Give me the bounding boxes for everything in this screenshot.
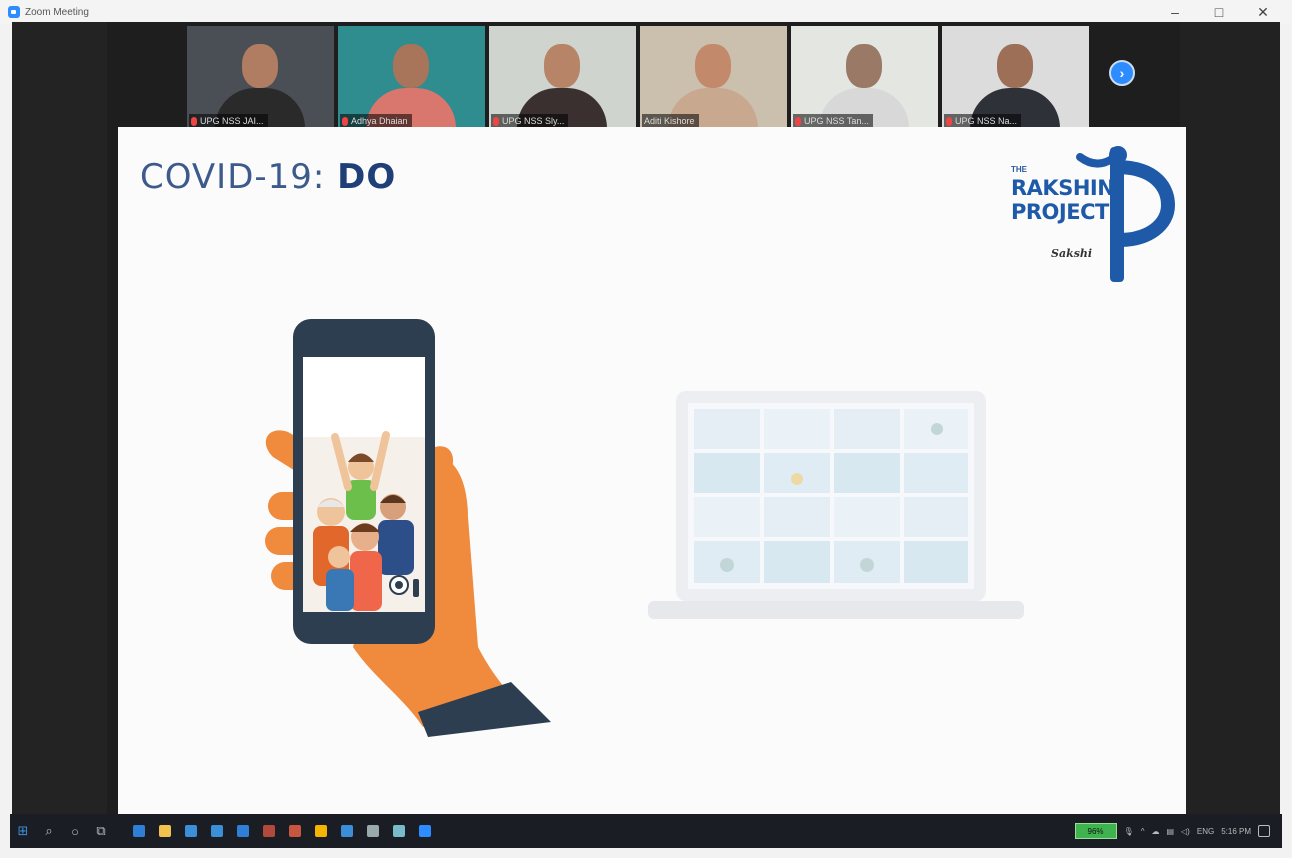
participant-head [846, 44, 882, 88]
participant-name-tag: UPG NSS JAI... [189, 114, 268, 128]
participant-name: UPG NSS Na... [955, 116, 1018, 126]
logo-text-the: THE [1011, 165, 1027, 174]
slide-title: COVID-19: DO [140, 157, 396, 197]
phone-video-call-illustration [265, 319, 551, 737]
windows-taskbar: ⊞ ⌕ ○ ⧉ 96% 🎙 ^ ☁ ▤ ◁) ENG 5:16 PM [10, 814, 1282, 848]
participant-head [997, 44, 1033, 88]
notification-icon[interactable] [1258, 825, 1270, 837]
participant-head [393, 44, 429, 88]
app-icon-glyph [367, 825, 379, 837]
chrome-icon-glyph [315, 825, 327, 837]
mail-icon-glyph [211, 825, 223, 837]
clock[interactable]: 5:16 PM [1221, 827, 1251, 836]
window-controls: – □ ✕ [1168, 0, 1270, 24]
participant-video-tile[interactable]: UPG NSS Tan... [791, 26, 938, 130]
participant-name-tag: UPG NSS Na... [944, 114, 1022, 128]
battery-indicator[interactable]: 96% [1074, 823, 1117, 839]
participant-name: UPG NSS Sly... [502, 116, 565, 126]
taskbar-apps: ⊞ ⌕ ○ ⧉ [10, 814, 438, 848]
logo-signature: Sakshi [1051, 247, 1093, 260]
mic-muted-icon [191, 116, 197, 126]
mail-icon[interactable] [204, 814, 230, 848]
participant-strip: UPG NSS JAI... Adhya Dhaian UPG NSS Sly...… [187, 26, 1089, 132]
participant-head [242, 44, 278, 88]
network-icon[interactable]: ▤ [1166, 827, 1174, 836]
zoom-app-icon [8, 6, 20, 18]
zoom-icon[interactable] [412, 814, 438, 848]
windows-start-icon[interactable]: ⊞ [10, 814, 36, 848]
mic-muted-icon [342, 116, 348, 126]
meeting-left-margin [12, 22, 107, 820]
shared-screen-slide: COVID-19: DO THE RAKSHIN PROJECT Sakshi [118, 127, 1186, 820]
photos-icon-glyph [237, 825, 249, 837]
chrome-icon[interactable] [308, 814, 334, 848]
rakshin-project-logo: THE RAKSHIN PROJECT Sakshi [1008, 145, 1178, 285]
app-icon[interactable] [386, 814, 412, 848]
participant-name-tag: UPG NSS Tan... [793, 114, 873, 128]
file-explorer-icon-glyph [159, 825, 171, 837]
edge-icon-glyph [133, 825, 145, 837]
restore-button[interactable]: □ [1212, 4, 1226, 20]
participant-head [544, 44, 580, 88]
laptop-video-conference-illustration [648, 391, 1024, 619]
zoom-icon-glyph [419, 825, 431, 837]
participant-video-tile[interactable]: Adhya Dhaian [338, 26, 485, 130]
app-icon-glyph [393, 825, 405, 837]
mic-muted-icon [493, 116, 499, 126]
file-explorer-icon[interactable] [152, 814, 178, 848]
store-icon-glyph [185, 825, 197, 837]
cortana-icon[interactable]: ○ [62, 814, 88, 848]
participant-video-tile[interactable]: UPG NSS Na... [942, 26, 1089, 130]
participant-head [695, 44, 731, 88]
participant-name-tag: Aditi Kishore [642, 114, 699, 128]
search-icon[interactable]: ⌕ [36, 814, 62, 848]
window-title: Zoom Meeting [25, 6, 89, 18]
meeting-right-margin [1180, 22, 1280, 820]
close-button[interactable]: ✕ [1256, 4, 1270, 21]
cloud-icon[interactable]: ☁ [1151, 827, 1159, 836]
app-icon[interactable] [360, 814, 386, 848]
app-icon[interactable] [256, 814, 282, 848]
language-indicator[interactable]: ENG [1197, 827, 1214, 836]
logo-text-rakshin: RAKSHIN [1011, 176, 1115, 200]
participant-name: UPG NSS Tan... [804, 116, 869, 126]
participant-name-tag: UPG NSS Sly... [491, 114, 569, 128]
participant-video-tile[interactable]: UPG NSS JAI... [187, 26, 334, 130]
participant-video-tile[interactable]: Aditi Kishore [640, 26, 787, 130]
system-tray: 96% 🎙 ^ ☁ ▤ ◁) ENG 5:16 PM [1074, 814, 1270, 848]
task-view-icon[interactable]: ⧉ [88, 814, 114, 848]
chevron-up-icon[interactable]: ^ [1141, 827, 1145, 836]
participant-name: Adhya Dhaian [351, 116, 408, 126]
app-icon-glyph [289, 825, 301, 837]
edge-icon[interactable] [126, 814, 152, 848]
slide-title-prefix: COVID-19: [140, 157, 338, 197]
store-icon[interactable] [178, 814, 204, 848]
minimize-button[interactable]: – [1168, 4, 1182, 20]
app-icon[interactable] [282, 814, 308, 848]
participant-name: Aditi Kishore [644, 116, 695, 126]
mic-muted-icon [946, 116, 952, 126]
participant-name-tag: Adhya Dhaian [340, 114, 412, 128]
logo-text-project: PROJECT [1011, 200, 1109, 224]
participant-name: UPG NSS JAI... [200, 116, 264, 126]
app-icon-glyph [341, 825, 353, 837]
photos-icon[interactable] [230, 814, 256, 848]
next-participants-button[interactable]: › [1109, 60, 1135, 86]
app-icon-glyph [263, 825, 275, 837]
slide-title-emphasis: DO [337, 157, 397, 197]
chevron-right-icon: › [1119, 65, 1125, 81]
window-titlebar: Zoom Meeting – □ ✕ [0, 0, 1292, 24]
participant-video-tile[interactable]: UPG NSS Sly... [489, 26, 636, 130]
mic-muted-icon [795, 116, 801, 126]
meeting-view: UPG NSS JAI... Adhya Dhaian UPG NSS Sly...… [12, 22, 1280, 820]
volume-icon[interactable]: ◁) [1181, 827, 1190, 836]
app-icon[interactable] [334, 814, 360, 848]
microphone-icon[interactable]: 🎙 [1124, 827, 1134, 836]
